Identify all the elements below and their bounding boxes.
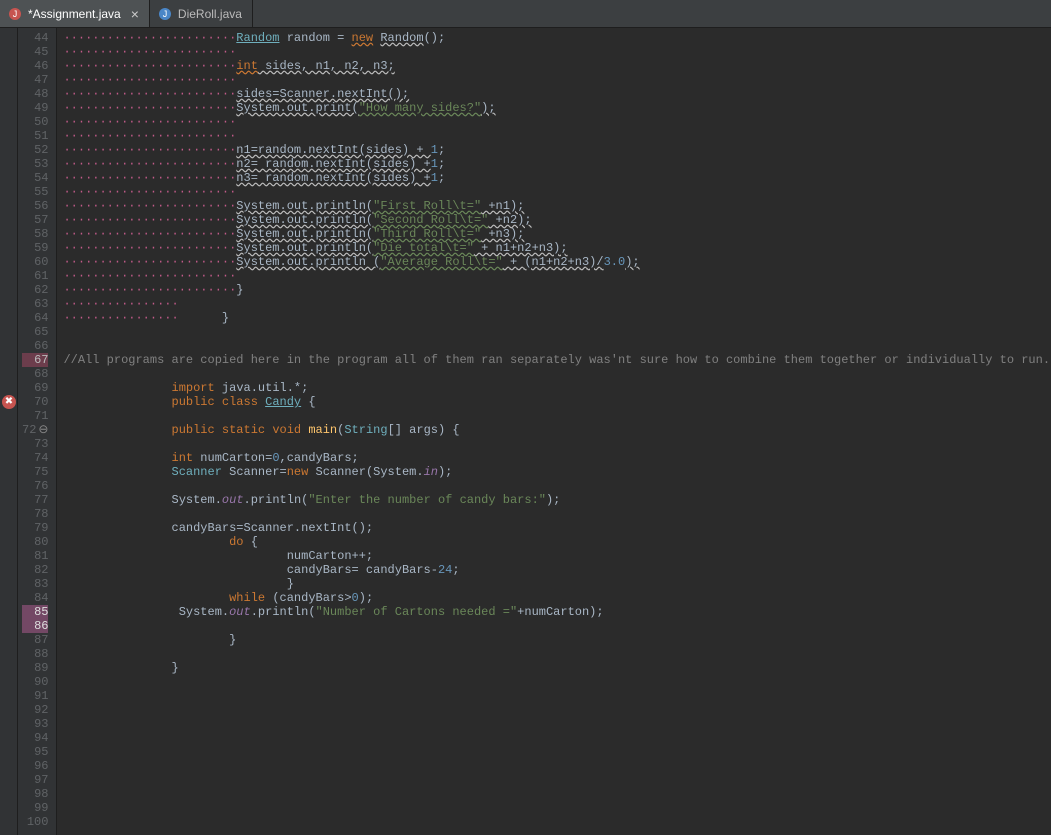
java-file-icon: J <box>158 7 172 21</box>
code-line[interactable]: while (candyBars>0); <box>63 591 1050 605</box>
code-line[interactable]: //All programs are copied here in the pr… <box>63 353 1050 367</box>
code-line[interactable]: ························} <box>63 283 1050 297</box>
code-line[interactable] <box>63 507 1050 521</box>
code-line[interactable] <box>63 409 1050 423</box>
code-line[interactable] <box>63 437 1050 451</box>
code-line[interactable]: int numCarton=0,candyBars; <box>63 451 1050 465</box>
tab-label: *Assignment.java <box>28 7 121 21</box>
code-line[interactable] <box>63 325 1050 339</box>
code-line[interactable]: ························System.out.print… <box>63 199 1050 213</box>
code-editor[interactable]: ✖ 44454647484950515253545556575859606162… <box>0 28 1051 835</box>
code-line[interactable]: ················ } <box>63 311 1050 325</box>
code-line[interactable] <box>63 717 1050 731</box>
code-line[interactable]: public static void main(String[] args) { <box>63 423 1050 437</box>
svg-text:J: J <box>13 9 18 19</box>
code-line[interactable] <box>63 619 1050 633</box>
code-line[interactable] <box>63 773 1050 787</box>
code-line[interactable]: } <box>63 577 1050 591</box>
code-line[interactable] <box>63 815 1050 829</box>
line-number-gutter: 4445464748495051525354555657585960616263… <box>18 28 57 835</box>
code-line[interactable]: ························System.out.print… <box>63 227 1050 241</box>
code-line[interactable]: ························System.out.print… <box>63 213 1050 227</box>
code-line[interactable] <box>63 479 1050 493</box>
code-line[interactable]: ························System.out.print… <box>63 241 1050 255</box>
code-line[interactable]: ························sides=Scanner.ne… <box>63 87 1050 101</box>
code-line[interactable]: numCarton++; <box>63 549 1050 563</box>
code-line[interactable]: ························ <box>63 129 1050 143</box>
code-line[interactable]: ························ <box>63 269 1050 283</box>
svg-text:J: J <box>163 9 168 19</box>
code-line[interactable] <box>63 801 1050 815</box>
code-line[interactable]: public class Candy { <box>63 395 1050 409</box>
java-file-icon: J <box>8 7 22 21</box>
code-line[interactable]: candyBars=Scanner.nextInt(); <box>63 521 1050 535</box>
code-line[interactable] <box>63 731 1050 745</box>
code-line[interactable]: ························int sides, n1, n… <box>63 59 1050 73</box>
tab-assignment[interactable]: J *Assignment.java × <box>0 0 150 27</box>
code-line[interactable] <box>63 787 1050 801</box>
code-line[interactable] <box>63 745 1050 759</box>
code-line[interactable] <box>63 689 1050 703</box>
code-line[interactable]: } <box>63 661 1050 675</box>
code-line[interactable]: ························ <box>63 73 1050 87</box>
code-line[interactable]: do { <box>63 535 1050 549</box>
tab-dieroll[interactable]: J DieRoll.java <box>150 0 253 27</box>
code-line[interactable] <box>63 703 1050 717</box>
code-line[interactable] <box>63 647 1050 661</box>
code-line[interactable]: ················ <box>63 297 1050 311</box>
code-line[interactable]: ························Random random = … <box>63 31 1050 45</box>
code-line[interactable] <box>63 759 1050 773</box>
code-line[interactable]: ························ <box>63 45 1050 59</box>
code-line[interactable]: ························System.out.print… <box>63 101 1050 115</box>
code-line[interactable]: ························n2= random.nextI… <box>63 157 1050 171</box>
code-line[interactable]: ························n1=random.nextIn… <box>63 143 1050 157</box>
code-line[interactable]: import java.util.*; <box>63 381 1050 395</box>
code-line[interactable]: ························System.out.print… <box>63 255 1050 269</box>
tab-bar: J *Assignment.java × J DieRoll.java <box>0 0 1051 28</box>
code-line[interactable]: candyBars= candyBars-24; <box>63 563 1050 577</box>
close-icon[interactable]: × <box>131 6 139 22</box>
code-line[interactable]: Scanner Scanner=new Scanner(System.in); <box>63 465 1050 479</box>
code-line[interactable]: ························n3= random.nextI… <box>63 171 1050 185</box>
code-line[interactable]: ························ <box>63 115 1050 129</box>
code-line[interactable]: System.out.println("Enter the number of … <box>63 493 1050 507</box>
code-line[interactable]: ························ <box>63 185 1050 199</box>
code-area[interactable]: ························Random random = … <box>57 28 1050 835</box>
code-line[interactable]: } <box>63 633 1050 647</box>
tab-label: DieRoll.java <box>178 7 242 21</box>
code-line[interactable] <box>63 339 1050 353</box>
marker-gutter: ✖ <box>0 28 18 835</box>
code-line[interactable] <box>63 367 1050 381</box>
code-line[interactable] <box>63 675 1050 689</box>
code-line[interactable]: System.out.println("Number of Cartons ne… <box>63 605 1050 619</box>
error-marker-icon[interactable]: ✖ <box>2 395 16 409</box>
